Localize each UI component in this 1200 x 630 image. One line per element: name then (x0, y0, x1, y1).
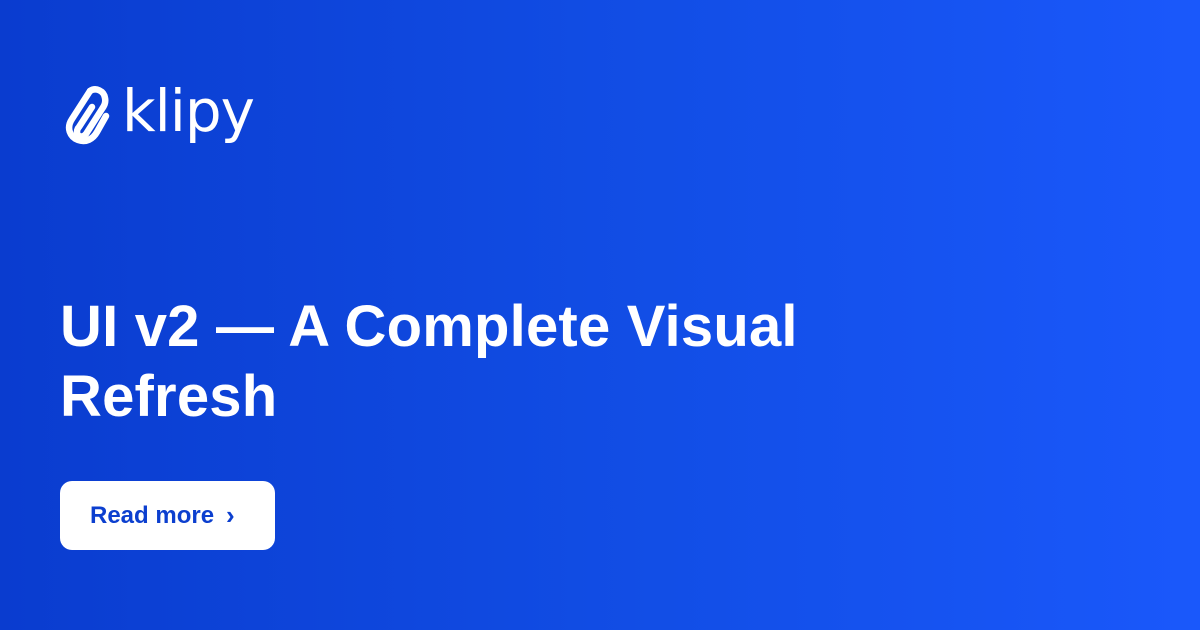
paperclip-icon (65, 86, 110, 145)
chevron-right-icon: › (226, 499, 235, 530)
read-more-label: Read more (90, 501, 215, 529)
page-title: UI v2 — A Complete Visual Refresh (60, 294, 798, 429)
brand-name: klipy (122, 77, 255, 145)
brand-logo: klipy (60, 77, 255, 150)
read-more-button[interactable]: Read more › (60, 481, 275, 550)
og-card: klipy UI v2 — A Complete Visual Refresh … (0, 0, 1200, 630)
